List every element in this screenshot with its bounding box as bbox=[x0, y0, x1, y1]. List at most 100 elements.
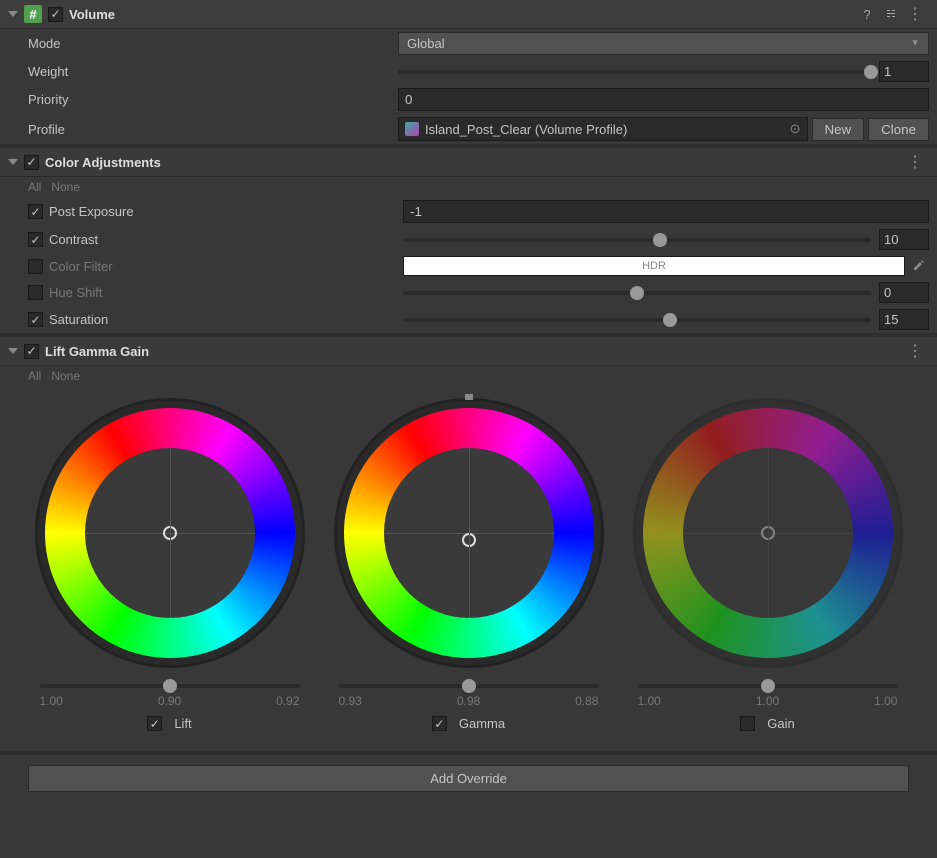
gamma-wheel[interactable] bbox=[334, 398, 604, 668]
slider-thumb[interactable] bbox=[663, 313, 677, 327]
contrast-checkbox[interactable] bbox=[28, 232, 43, 247]
profile-row: Profile Island_Post_Clear (Volume Profil… bbox=[0, 114, 937, 144]
lift-checkbox[interactable] bbox=[147, 716, 162, 731]
mode-dropdown[interactable]: Global ▼ bbox=[398, 32, 929, 55]
saturation-checkbox[interactable] bbox=[28, 312, 43, 327]
post-exposure-label: Post Exposure bbox=[49, 204, 403, 219]
color-adjustments-title: Color Adjustments bbox=[45, 155, 161, 170]
gamma-checkbox[interactable] bbox=[432, 716, 447, 731]
all-button[interactable]: All bbox=[28, 180, 41, 194]
lift-gamma-gain-title: Lift Gamma Gain bbox=[45, 344, 149, 359]
slider-thumb[interactable] bbox=[761, 679, 775, 693]
wheel-handle[interactable] bbox=[462, 533, 476, 547]
slider-thumb[interactable] bbox=[163, 679, 177, 693]
gain-v1: 1.00 bbox=[638, 694, 661, 708]
profile-field[interactable]: Island_Post_Clear (Volume Profile) ⊙ bbox=[398, 117, 808, 141]
mode-label: Mode bbox=[28, 36, 398, 51]
hue-shift-checkbox[interactable] bbox=[28, 285, 43, 300]
foldout-icon[interactable] bbox=[8, 348, 18, 354]
contrast-value[interactable]: 10 bbox=[879, 229, 929, 250]
none-button[interactable]: None bbox=[51, 180, 80, 194]
mode-row: Mode Global ▼ bbox=[0, 29, 937, 58]
eyedropper-icon[interactable] bbox=[909, 258, 929, 275]
lift-wheel[interactable] bbox=[35, 398, 305, 668]
gain-slider[interactable] bbox=[638, 684, 898, 688]
foldout-icon[interactable] bbox=[8, 11, 18, 17]
post-exposure-checkbox[interactable] bbox=[28, 204, 43, 219]
lift-v3: 0.92 bbox=[276, 694, 299, 708]
color-adjustments-checkbox[interactable] bbox=[24, 155, 39, 170]
all-none-row: All None bbox=[0, 177, 937, 197]
color-filter-swatch[interactable]: HDR bbox=[403, 256, 905, 276]
foldout-icon[interactable] bbox=[8, 159, 18, 165]
object-picker-icon[interactable]: ⊙ bbox=[790, 121, 801, 137]
color-adjustments-header: Color Adjustments ⋮ bbox=[0, 148, 937, 177]
gamma-wheel-column: 0.93 0.98 0.88 Gamma bbox=[324, 398, 614, 731]
post-exposure-row: Post Exposure bbox=[0, 197, 937, 226]
clone-button[interactable]: Clone bbox=[868, 118, 929, 141]
hue-shift-label: Hue Shift bbox=[49, 285, 403, 300]
gain-v3: 1.00 bbox=[874, 694, 897, 708]
gamma-v3: 0.88 bbox=[575, 694, 598, 708]
gain-wheel[interactable] bbox=[633, 398, 903, 668]
priority-label: Priority bbox=[28, 92, 398, 107]
asset-icon bbox=[405, 122, 419, 136]
lift-gamma-gain-checkbox[interactable] bbox=[24, 344, 39, 359]
weight-value[interactable]: 1 bbox=[879, 61, 929, 82]
help-icon[interactable]: ? bbox=[857, 4, 877, 24]
profile-label: Profile bbox=[28, 122, 398, 137]
all-button[interactable]: All bbox=[28, 369, 41, 383]
menu-icon[interactable]: ⋮ bbox=[901, 152, 929, 172]
gain-wheel-column: 1.00 1.00 1.00 Gain bbox=[623, 398, 913, 731]
gain-checkbox[interactable] bbox=[740, 716, 755, 731]
color-wheels: 1.00 0.90 0.92 Lift 0.93 0.98 0.88 Gamma bbox=[0, 386, 937, 751]
slider-thumb[interactable] bbox=[462, 679, 476, 693]
menu-icon[interactable]: ⋮ bbox=[901, 341, 929, 361]
weight-slider[interactable] bbox=[398, 70, 871, 74]
hue-shift-value[interactable]: 0 bbox=[879, 282, 929, 303]
gamma-label: Gamma bbox=[459, 716, 505, 731]
contrast-row: Contrast 10 bbox=[0, 226, 937, 253]
lift-gamma-gain-header: Lift Gamma Gain ⋮ bbox=[0, 337, 937, 366]
wheel-handle[interactable] bbox=[163, 526, 177, 540]
none-button[interactable]: None bbox=[51, 369, 80, 383]
lift-v2: 0.90 bbox=[158, 694, 181, 708]
add-override-button[interactable]: Add Override bbox=[28, 765, 909, 792]
slider-thumb[interactable] bbox=[653, 233, 667, 247]
profile-value: Island_Post_Clear (Volume Profile) bbox=[425, 122, 627, 137]
menu-icon[interactable]: ⋮ bbox=[901, 4, 929, 24]
gain-v2: 1.00 bbox=[756, 694, 779, 708]
enable-checkbox[interactable] bbox=[48, 7, 63, 22]
preset-icon[interactable] bbox=[881, 4, 901, 24]
contrast-slider[interactable] bbox=[403, 238, 871, 242]
lift-label: Lift bbox=[174, 716, 191, 731]
new-button[interactable]: New bbox=[812, 118, 865, 141]
saturation-label: Saturation bbox=[49, 312, 403, 327]
hdr-badge: HDR bbox=[642, 260, 666, 272]
color-filter-row: Color Filter HDR bbox=[0, 253, 937, 279]
hue-shift-row: Hue Shift 0 bbox=[0, 279, 937, 306]
gain-label: Gain bbox=[767, 716, 794, 731]
contrast-label: Contrast bbox=[49, 232, 403, 247]
priority-input[interactable] bbox=[398, 88, 929, 111]
wheel-handle[interactable] bbox=[761, 526, 775, 540]
wheel-marker bbox=[465, 394, 473, 400]
gamma-slider[interactable] bbox=[339, 684, 599, 688]
hue-shift-slider[interactable] bbox=[403, 291, 871, 295]
slider-thumb[interactable] bbox=[864, 65, 878, 79]
color-filter-checkbox[interactable] bbox=[28, 259, 43, 274]
saturation-value[interactable]: 15 bbox=[879, 309, 929, 330]
chevron-down-icon: ▼ bbox=[910, 38, 920, 49]
priority-row: Priority bbox=[0, 85, 937, 114]
saturation-slider[interactable] bbox=[403, 318, 871, 322]
post-exposure-input[interactable] bbox=[403, 200, 929, 223]
saturation-row: Saturation 15 bbox=[0, 306, 937, 333]
component-title: Volume bbox=[69, 7, 115, 22]
gamma-v1: 0.93 bbox=[339, 694, 362, 708]
weight-label: Weight bbox=[28, 64, 398, 79]
lift-wheel-column: 1.00 0.90 0.92 Lift bbox=[25, 398, 315, 731]
override-row: Add Override bbox=[0, 755, 937, 806]
lift-slider[interactable] bbox=[40, 684, 300, 688]
all-none-row: All None bbox=[0, 366, 937, 386]
slider-thumb[interactable] bbox=[630, 286, 644, 300]
